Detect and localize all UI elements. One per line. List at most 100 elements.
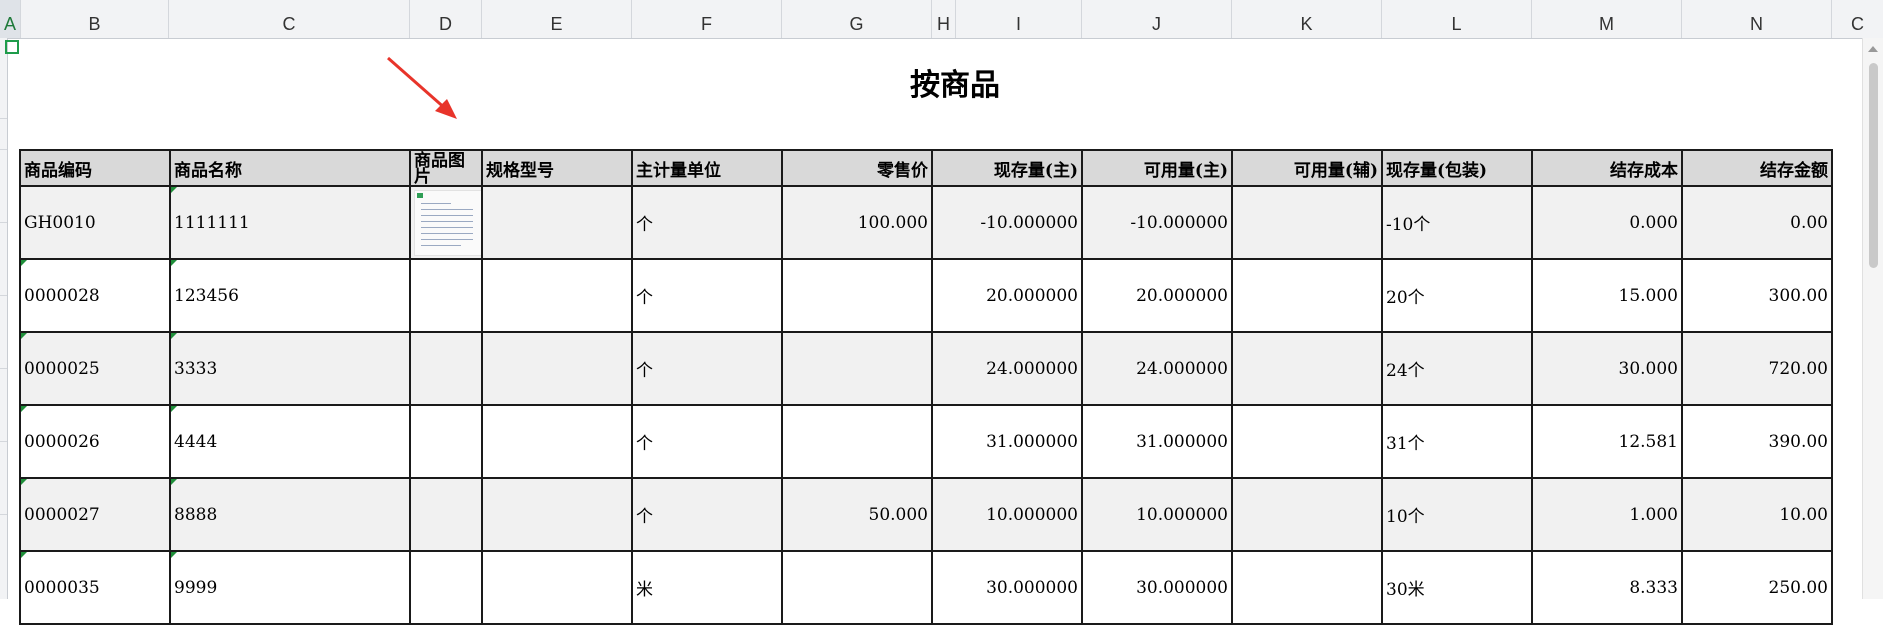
cell-unit[interactable]: 个 xyxy=(631,477,783,552)
cell-available-aux[interactable] xyxy=(1231,331,1383,406)
scroll-up-icon[interactable] xyxy=(1868,46,1878,52)
cell-name[interactable]: 9999 xyxy=(169,550,411,625)
column-header-a[interactable]: A xyxy=(0,0,21,38)
cell-code[interactable]: 0000027 xyxy=(19,477,171,552)
cell-name[interactable]: 3333 xyxy=(169,331,411,406)
header-code[interactable]: 商品编码 xyxy=(19,149,171,187)
column-header-g[interactable]: G xyxy=(782,0,932,38)
cell-stock[interactable]: 20.000000 xyxy=(931,258,1083,333)
column-header-c[interactable]: C xyxy=(169,0,410,38)
column-header-n[interactable]: N xyxy=(1682,0,1832,38)
column-header-e[interactable]: E xyxy=(482,0,632,38)
cell-price[interactable] xyxy=(781,550,933,625)
cell-spec[interactable] xyxy=(481,550,633,625)
cell-stock-pack[interactable]: -10个 xyxy=(1381,185,1533,260)
cell-available-aux[interactable] xyxy=(1231,185,1383,260)
cell-price[interactable]: 100.000 xyxy=(781,185,933,260)
cell-code[interactable]: 0000035 xyxy=(19,550,171,625)
cell-amount[interactable]: 390.00 xyxy=(1681,404,1833,479)
header-image[interactable]: 商品图片 xyxy=(409,149,483,187)
cell-available-aux[interactable] xyxy=(1231,258,1383,333)
cell-stock[interactable]: 31.000000 xyxy=(931,404,1083,479)
cell-cost[interactable]: 1.000 xyxy=(1531,477,1683,552)
cell-image[interactable] xyxy=(409,477,483,552)
selected-cell-marker[interactable] xyxy=(5,40,19,54)
cell-available[interactable]: 31.000000 xyxy=(1081,404,1233,479)
cell-unit[interactable]: 米 xyxy=(631,550,783,625)
column-header-l[interactable]: L xyxy=(1382,0,1532,38)
cell-available-aux[interactable] xyxy=(1231,404,1383,479)
cell-stock-pack[interactable]: 10个 xyxy=(1381,477,1533,552)
cell-code[interactable]: 0000025 xyxy=(19,331,171,406)
cell-cost[interactable]: 30.000 xyxy=(1531,331,1683,406)
product-image-thumbnail[interactable] xyxy=(414,189,480,256)
cell-name[interactable]: 4444 xyxy=(169,404,411,479)
header-name[interactable]: 商品名称 xyxy=(169,149,411,187)
header-stock-pack[interactable]: 现存量(包装) xyxy=(1381,149,1533,187)
cell-available-aux[interactable] xyxy=(1231,550,1383,625)
cell-stock[interactable]: 24.000000 xyxy=(931,331,1083,406)
cell-price[interactable] xyxy=(781,331,933,406)
header-cost[interactable]: 结存成本 xyxy=(1531,149,1683,187)
cell-available[interactable]: 10.000000 xyxy=(1081,477,1233,552)
cell-spec[interactable] xyxy=(481,331,633,406)
cell-price[interactable]: 50.000 xyxy=(781,477,933,552)
cell-name[interactable]: 123456 xyxy=(169,258,411,333)
cell-image[interactable] xyxy=(409,550,483,625)
cell-name[interactable]: 1111111 xyxy=(169,185,411,260)
cell-amount[interactable]: 300.00 xyxy=(1681,258,1833,333)
cell-name[interactable]: 8888 xyxy=(169,477,411,552)
cell-amount[interactable]: 250.00 xyxy=(1681,550,1833,625)
column-header-b[interactable]: B xyxy=(21,0,169,38)
header-amount[interactable]: 结存金额 xyxy=(1681,149,1833,187)
column-header-j[interactable]: J xyxy=(1082,0,1232,38)
cell-stock-pack[interactable]: 30米 xyxy=(1381,550,1533,625)
cell-price[interactable] xyxy=(781,258,933,333)
vertical-scrollbar[interactable] xyxy=(1862,38,1883,599)
cell-price[interactable] xyxy=(781,404,933,479)
header-available[interactable]: 可用量(主) xyxy=(1081,149,1233,187)
cell-cost[interactable]: 0.000 xyxy=(1531,185,1683,260)
cell-available-aux[interactable] xyxy=(1231,477,1383,552)
header-unit[interactable]: 主计量单位 xyxy=(631,149,783,187)
column-header-f[interactable]: F xyxy=(632,0,782,38)
cell-code[interactable]: 0000028 xyxy=(19,258,171,333)
column-header-next[interactable]: C xyxy=(1832,0,1883,38)
cell-spec[interactable] xyxy=(481,185,633,260)
cell-stock[interactable]: -10.000000 xyxy=(931,185,1083,260)
cell-image[interactable] xyxy=(409,185,483,260)
cell-spec[interactable] xyxy=(481,477,633,552)
header-price[interactable]: 零售价 xyxy=(781,149,933,187)
column-header-i[interactable]: I xyxy=(956,0,1082,38)
cell-available[interactable]: 20.000000 xyxy=(1081,258,1233,333)
cell-code[interactable]: 0000026 xyxy=(19,404,171,479)
cell-image[interactable] xyxy=(409,258,483,333)
header-spec[interactable]: 规格型号 xyxy=(481,149,633,187)
column-header-h[interactable]: H xyxy=(932,0,956,38)
cell-amount[interactable]: 720.00 xyxy=(1681,331,1833,406)
cell-stock-pack[interactable]: 20个 xyxy=(1381,258,1533,333)
cell-amount[interactable]: 10.00 xyxy=(1681,477,1833,552)
cell-stock-pack[interactable]: 31个 xyxy=(1381,404,1533,479)
cell-unit[interactable]: 个 xyxy=(631,258,783,333)
cell-available[interactable]: 30.000000 xyxy=(1081,550,1233,625)
cell-available[interactable]: -10.000000 xyxy=(1081,185,1233,260)
cell-code[interactable]: GH0010 xyxy=(19,185,171,260)
cell-spec[interactable] xyxy=(481,404,633,479)
cell-stock[interactable]: 10.000000 xyxy=(931,477,1083,552)
header-stock[interactable]: 现存量(主) xyxy=(931,149,1083,187)
cell-image[interactable] xyxy=(409,404,483,479)
cell-available[interactable]: 24.000000 xyxy=(1081,331,1233,406)
column-header-d[interactable]: D xyxy=(410,0,482,38)
cell-cost[interactable]: 15.000 xyxy=(1531,258,1683,333)
cell-stock-pack[interactable]: 24个 xyxy=(1381,331,1533,406)
cell-unit[interactable]: 个 xyxy=(631,331,783,406)
cell-amount[interactable]: 0.00 xyxy=(1681,185,1833,260)
cell-spec[interactable] xyxy=(481,258,633,333)
cell-cost[interactable]: 8.333 xyxy=(1531,550,1683,625)
scrollbar-thumb[interactable] xyxy=(1869,63,1878,268)
cell-unit[interactable]: 个 xyxy=(631,404,783,479)
header-available-aux[interactable]: 可用量(辅) xyxy=(1231,149,1383,187)
column-header-k[interactable]: K xyxy=(1232,0,1382,38)
cell-stock[interactable]: 30.000000 xyxy=(931,550,1083,625)
